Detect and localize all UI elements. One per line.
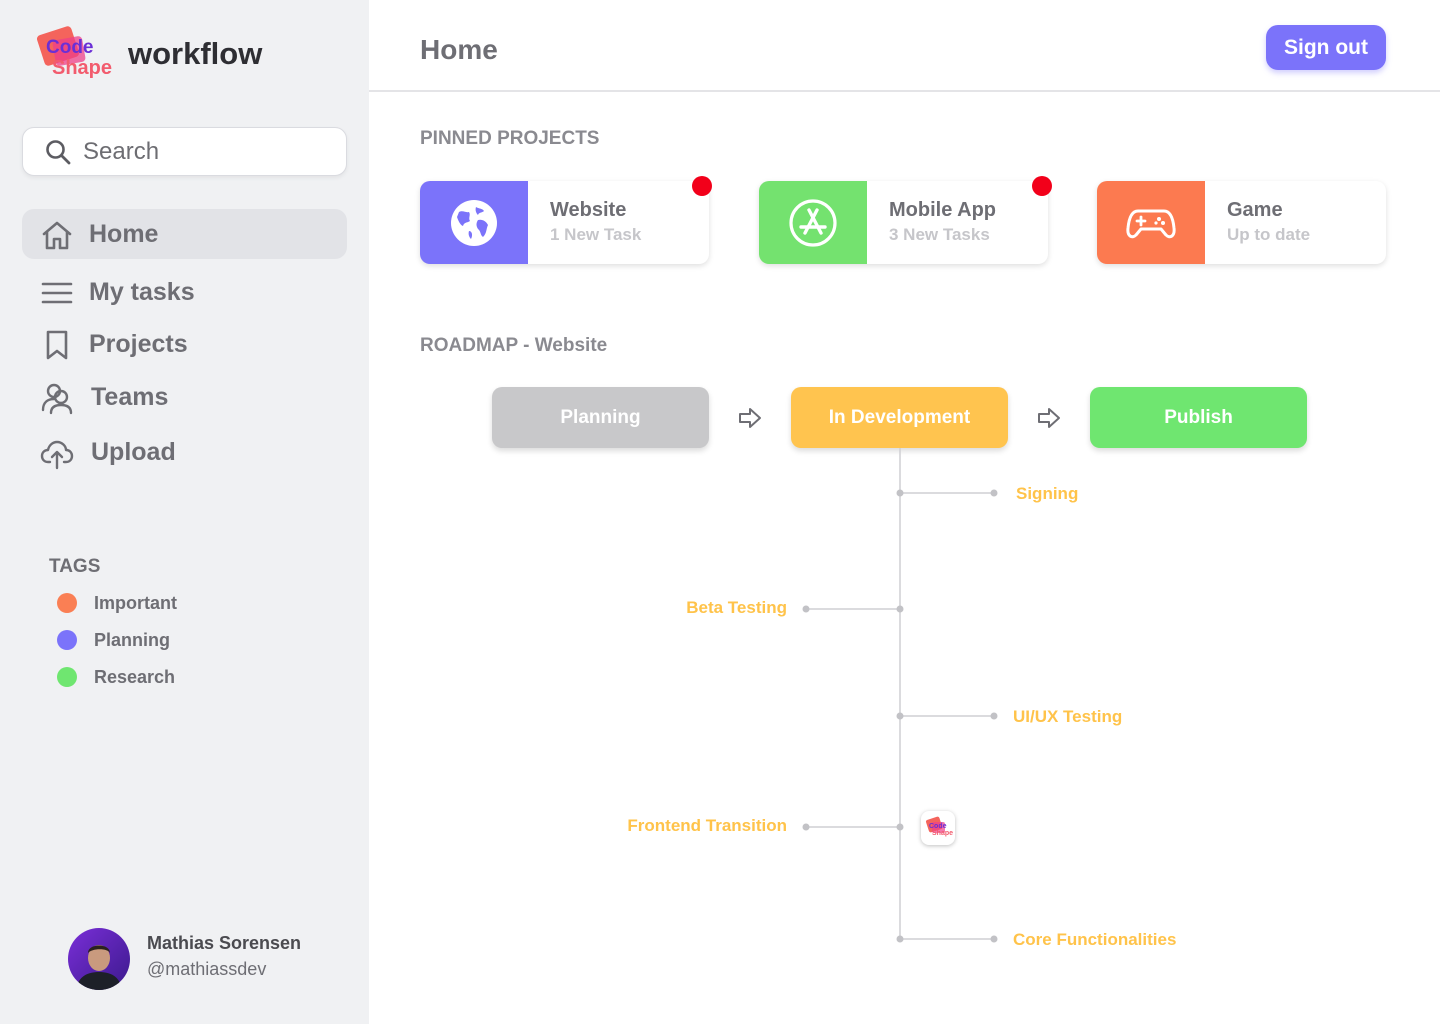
nav-item-label: Upload (91, 438, 176, 466)
milestone-label[interactable]: Signing (1016, 484, 1078, 504)
app-store-icon (789, 199, 837, 247)
search-icon (46, 140, 71, 165)
project-card-website[interactable]: Website 1 New Task (420, 176, 712, 264)
project-status: Up to date (1227, 225, 1311, 244)
roadmap-stage-publish[interactable]: Publish (1090, 387, 1307, 448)
tag-color-dot (57, 667, 77, 687)
gamepad-icon (1126, 209, 1176, 239)
brand-logo[interactable]: Code Shape (36, 26, 122, 82)
app-window: Code Shape workflow Home (0, 0, 1440, 1024)
cloud-upload-icon (40, 440, 74, 470)
milestone-label[interactable]: Beta Testing (686, 598, 787, 618)
top-bar: Home Sign out (369, 0, 1440, 92)
notification-dot (692, 176, 712, 196)
user-name: Mathias Sorensen (147, 933, 302, 953)
nav-item-label: Home (89, 220, 159, 248)
search-input[interactable] (83, 128, 333, 175)
users-icon (41, 383, 73, 415)
roadmap-stage-planning[interactable]: Planning (492, 387, 709, 448)
arrow-right-icon (1038, 408, 1060, 428)
arrow-right-icon (739, 408, 761, 428)
roadmap-heading: ROADMAP - Website (420, 335, 608, 356)
nav-item-label: Projects (89, 330, 188, 358)
logo-text-shape: Shape (52, 57, 112, 79)
project-name: Game (1227, 199, 1283, 221)
tag-label: Important (94, 593, 177, 613)
roadmap-stage-in-development[interactable]: In Development (791, 387, 1008, 448)
mini-logo-text-shape: Shape (932, 830, 953, 837)
milestone-label[interactable]: Core Functionalities (1013, 930, 1176, 950)
globe-icon (451, 200, 497, 246)
menu-icon (41, 282, 73, 304)
project-thumbnail (759, 181, 867, 264)
nav-item-upload[interactable]: Upload (22, 427, 347, 477)
home-icon (42, 221, 72, 250)
tag-planning[interactable]: Planning (57, 629, 257, 651)
logo-text-code: Code (46, 37, 94, 58)
pinned-projects-heading: PINNED PROJECTS (420, 128, 600, 149)
project-card-mobile-app[interactable]: Mobile App 3 New Tasks (759, 176, 1052, 264)
project-thumbnail (1097, 181, 1205, 264)
brand-name: workflow (128, 36, 263, 71)
project-status: 1 New Task (550, 225, 642, 244)
page-title: Home (420, 34, 498, 65)
search-box[interactable] (22, 127, 347, 176)
project-status: 3 New Tasks (889, 225, 990, 244)
tag-color-dot (57, 593, 77, 613)
tag-color-dot (57, 630, 77, 650)
tag-research[interactable]: Research (57, 666, 257, 688)
avatar[interactable] (68, 928, 130, 990)
project-card-game[interactable]: Game Up to date (1097, 181, 1386, 264)
nav-item-my-tasks[interactable]: My tasks (22, 267, 347, 317)
bookmark-icon (46, 330, 68, 360)
sidebar: Code Shape workflow Home (0, 0, 369, 1024)
tag-label: Planning (94, 630, 170, 650)
roadmap-timeline (802, 448, 998, 943)
project-name: Mobile App (889, 199, 997, 221)
nav-item-teams[interactable]: Teams (22, 372, 347, 422)
tag-label: Research (94, 667, 176, 687)
mini-logo-text-code: Code (929, 823, 947, 830)
tag-important[interactable]: Important (57, 592, 257, 614)
nav-item-label: Teams (91, 383, 169, 411)
nav-item-projects[interactable]: Projects (22, 319, 347, 369)
milestone-label[interactable]: UI/UX Testing (1013, 707, 1122, 727)
notification-dot (1032, 176, 1052, 196)
project-name: Website (550, 199, 627, 221)
tags-heading: TAGS (49, 556, 101, 577)
user-handle: @mathiassdev (147, 959, 267, 979)
nav-item-home[interactable]: Home (22, 209, 347, 259)
brand-mini-logo: Code Shape (921, 811, 955, 845)
project-thumbnail (420, 181, 528, 264)
sign-out-button[interactable]: Sign out (1266, 25, 1386, 70)
nav-item-label: My tasks (89, 278, 195, 306)
milestone-label[interactable]: Frontend Transition (627, 816, 787, 836)
